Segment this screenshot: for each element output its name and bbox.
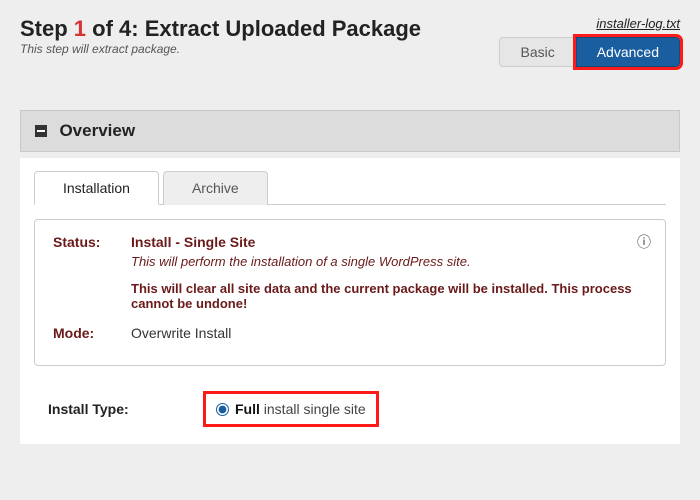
page-title: Step 1 of 4: Extract Uploaded Package xyxy=(20,16,421,42)
overview-title: Overview xyxy=(59,121,135,140)
tab-installation[interactable]: Installation xyxy=(34,171,159,205)
mode-value: Overwrite Install xyxy=(131,325,231,341)
mode-label: Mode: xyxy=(53,325,131,341)
install-type-full-option[interactable]: Full install single site xyxy=(206,394,376,424)
basic-button[interactable]: Basic xyxy=(499,37,575,67)
install-type-full-radio[interactable] xyxy=(216,403,229,416)
install-type-full-text: Full install single site xyxy=(235,401,366,417)
installer-log-link[interactable]: installer-log.txt xyxy=(499,16,680,31)
install-type-label: Install Type: xyxy=(48,401,206,417)
status-value: Install - Single Site xyxy=(131,234,255,250)
page-subtitle: This step will extract package. xyxy=(20,42,421,56)
advanced-button[interactable]: Advanced xyxy=(576,37,680,67)
status-panel: ⓘ Status: Install - Single Site This wil… xyxy=(34,219,666,366)
mode-toggle: Basic Advanced xyxy=(499,37,680,67)
tab-archive[interactable]: Archive xyxy=(163,171,268,205)
status-description: This will perform the installation of a … xyxy=(131,254,647,269)
step-number: 1 xyxy=(74,16,86,41)
overview-section-header[interactable]: Overview xyxy=(20,110,680,152)
overview-content: Installation Archive ⓘ Status: Install -… xyxy=(20,158,680,444)
status-label: Status: xyxy=(53,234,131,250)
step-prefix: Step xyxy=(20,16,74,41)
help-icon[interactable]: ⓘ xyxy=(637,232,651,252)
status-warning: This will clear all site data and the cu… xyxy=(131,281,647,311)
step-suffix: of 4: Extract Uploaded Package xyxy=(86,16,421,41)
collapse-icon xyxy=(35,125,47,137)
